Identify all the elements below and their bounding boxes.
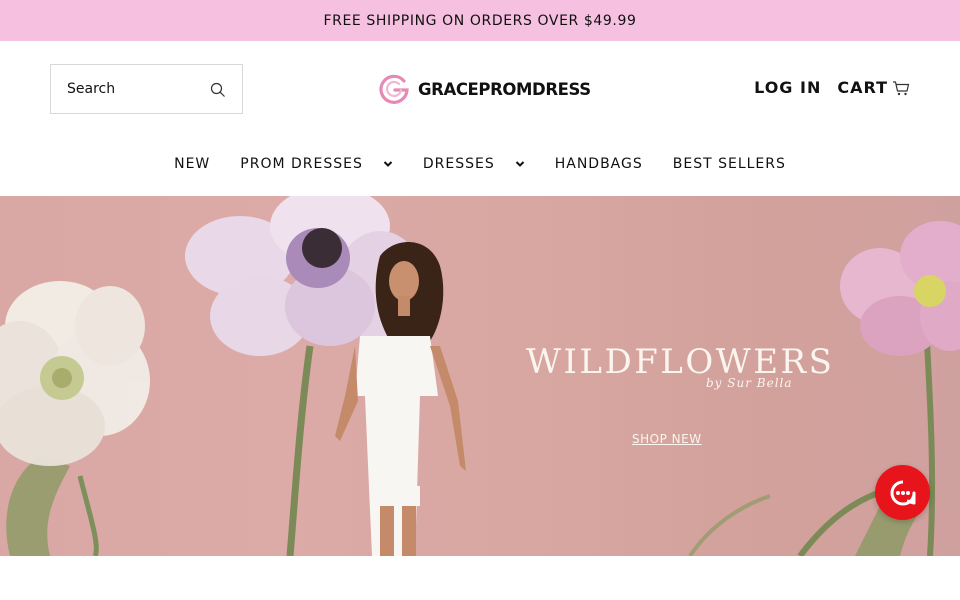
login-link[interactable]: LOG IN	[754, 78, 821, 97]
cart-label: CART	[837, 78, 888, 97]
site-logo[interactable]: GRACEPROMDRESS	[378, 73, 591, 105]
announcement-text: FREE SHIPPING ON ORDERS OVER $49.99	[323, 12, 637, 29]
chevron-down-icon[interactable]	[383, 160, 393, 168]
hero-banner[interactable]: WILDFLOWERS by Sur Bella SHOP NEW	[0, 196, 960, 556]
nav-item-dresses[interactable]: DRESSES	[408, 156, 540, 172]
logo-text: GRACEPROMDRESS	[418, 79, 591, 99]
nav-item-label: HANDBAGS	[554, 156, 643, 172]
cart-icon	[893, 80, 910, 95]
nav-item-label: PROM DRESSES	[240, 156, 363, 172]
chevron-down-icon[interactable]	[515, 160, 525, 168]
hero-signature: by Sur Bella	[706, 376, 793, 390]
nav-item-label: BEST SELLERS	[672, 156, 786, 172]
site-header: GRACEPROMDRESS LOG IN CART NEW PROM DRES…	[0, 41, 960, 196]
announcement-bar: FREE SHIPPING ON ORDERS OVER $49.99	[0, 0, 960, 41]
nav-item-new[interactable]: NEW	[159, 156, 225, 172]
search-icon[interactable]	[210, 82, 226, 98]
nav-item-handbags[interactable]: HANDBAGS	[540, 156, 658, 172]
nav-item-best-sellers[interactable]: BEST SELLERS	[658, 156, 801, 172]
nav-item-label: DRESSES	[422, 156, 495, 172]
search-input[interactable]	[67, 81, 197, 97]
shop-new-link[interactable]: SHOP NEW	[632, 432, 702, 446]
account-links: LOG IN CART	[754, 78, 910, 97]
nav-item-label: NEW	[174, 156, 211, 172]
main-nav: NEW PROM DRESSES DRESSES HANDBAGS BEST S…	[0, 156, 960, 172]
chat-button[interactable]	[875, 465, 930, 520]
cart-link[interactable]: CART	[837, 78, 910, 97]
logo-g-icon	[379, 74, 409, 104]
chat-icon	[890, 480, 915, 505]
search-box[interactable]	[50, 64, 243, 114]
page-content-area	[0, 556, 960, 600]
nav-item-prom-dresses[interactable]: PROM DRESSES	[225, 156, 408, 172]
